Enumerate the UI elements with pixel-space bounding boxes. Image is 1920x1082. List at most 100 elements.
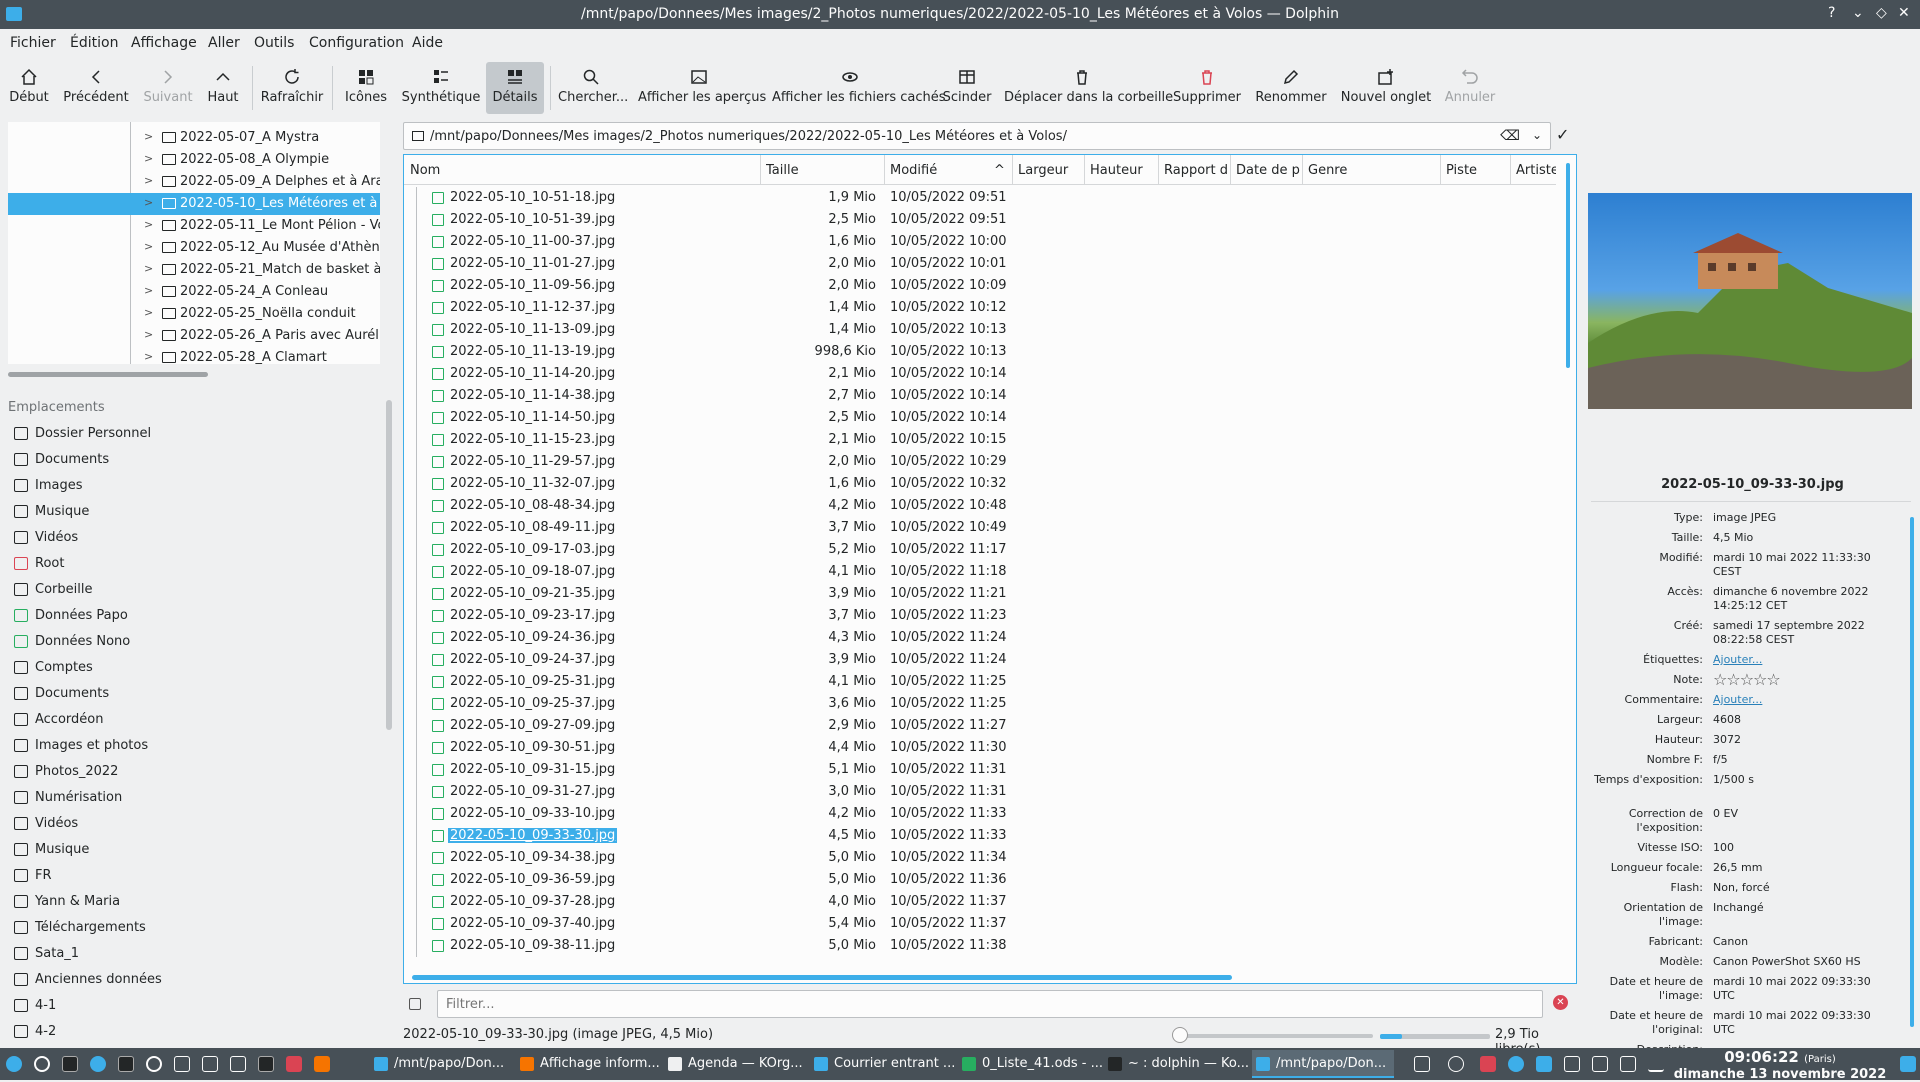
back-button[interactable]: Précédent [62,62,130,114]
col-hauteur[interactable]: Hauteur [1090,163,1154,178]
tree-item[interactable]: >2022-05-28_A Clamart [8,347,380,364]
minimize-icon[interactable]: ⌄ [1852,5,1864,21]
place-item[interactable]: Photos_2022 [8,759,380,785]
show-desktop-icon[interactable] [1900,1056,1916,1072]
chevron-right-icon[interactable]: > [144,328,153,341]
column-separator[interactable] [1084,155,1085,185]
window-titlebar[interactable]: /mnt/papo/Donnees/Mes images/2_Photos nu… [0,0,1920,29]
browser-icon[interactable] [146,1056,162,1072]
clipboard-icon[interactable] [1414,1056,1430,1072]
vivaldi-icon[interactable] [286,1056,302,1072]
file-row[interactable]: 2022-05-10_11-13-19.jpg 998,6 Kio 10/05/20… [404,341,1556,363]
clear-location-icon[interactable]: ⌫ [1500,128,1520,144]
view-details-button[interactable]: Détails [486,62,544,114]
place-item[interactable]: 4-1 [8,993,380,1019]
new-tab-button[interactable]: Nouvel onglet [1340,62,1432,114]
file-row[interactable]: 2022-05-10_11-13-09.jpg 1,4 Mio 10/05/2022… [404,319,1556,341]
tray-expand-icon[interactable] [1648,1056,1664,1072]
file-row[interactable]: 2022-05-10_09-25-37.jpg 3,6 Mio 10/05/2022… [404,693,1556,715]
file-view-vertical-scrollbar[interactable] [1566,163,1570,368]
kdeconnect-icon[interactable] [174,1056,190,1072]
file-row[interactable]: 2022-05-10_09-17-03.jpg 5,2 Mio 10/05/2022… [404,539,1556,561]
close-icon[interactable]: ✕ [1898,5,1910,21]
phone-icon[interactable] [202,1056,218,1072]
file-row[interactable]: 2022-05-10_09-24-36.jpg 4,3 Mio 10/05/2022… [404,627,1556,649]
settings-icon[interactable] [90,1056,106,1072]
col-date-prise[interactable]: Date de pr [1236,163,1300,178]
help-icon[interactable]: ? [1828,5,1835,21]
reload-button[interactable]: Rafraîchir [260,62,324,114]
hp-printer-icon[interactable] [1508,1056,1524,1072]
file-row[interactable]: 2022-05-10_11-00-37.jpg 1,6 Mio 10/05/2022… [404,231,1556,253]
move-to-trash-button[interactable]: Déplacer dans la corbeille [1004,62,1173,114]
chevron-right-icon[interactable]: > [144,262,153,275]
chevron-right-icon[interactable]: > [144,240,153,253]
taskbar-task[interactable]: ~ : dolphin — Ko... [1104,1050,1249,1078]
col-genre[interactable]: Genre [1308,163,1438,178]
place-item[interactable]: Musique [8,837,380,863]
file-view[interactable]: Nom Taille Modifié ^ Largeur Hauteur Rap… [403,154,1577,984]
terminal-icon[interactable] [62,1056,78,1072]
clock[interactable]: 09:06:22 (Paris) dimanche 13 novembre 20… [1670,1049,1890,1082]
file-row[interactable]: 2022-05-10_08-48-34.jpg 4,2 Mio 10/05/2022… [404,495,1556,517]
place-item[interactable]: Images et photos [8,733,380,759]
col-taille[interactable]: Taille [766,163,882,178]
col-largeur[interactable]: Largeur [1018,163,1080,178]
tree-item[interactable]: >2022-05-26_A Paris avec Aurélien [8,325,380,347]
view-compact-button[interactable]: Synthétique [400,62,482,114]
file-row[interactable]: 2022-05-10_09-23-17.jpg 3,7 Mio 10/05/2022… [404,605,1556,627]
taskbar-task[interactable]: /mnt/papo/Don... [1252,1050,1394,1078]
chevron-right-icon[interactable]: > [144,306,153,319]
file-row[interactable]: 2022-05-10_11-09-56.jpg 2,0 Mio 10/05/2022… [404,275,1556,297]
lock-icon[interactable] [409,998,421,1010]
chevron-right-icon[interactable]: > [144,284,153,297]
file-row[interactable]: 2022-05-10_09-24-37.jpg 3,9 Mio 10/05/2022… [404,649,1556,671]
chevron-right-icon[interactable]: > [144,218,153,231]
column-separator[interactable] [1440,155,1441,185]
file-row[interactable]: 2022-05-10_11-15-23.jpg 2,1 Mio 10/05/2022… [404,429,1556,451]
add-link[interactable]: Ajouter... [1713,693,1888,707]
delete-button[interactable]: Supprimer [1170,62,1244,114]
document-icon[interactable] [230,1056,246,1072]
file-row[interactable]: 2022-05-10_09-38-11.jpg 5,0 Mio 10/05/2022… [404,935,1556,957]
place-item[interactable]: Dossier Personnel [8,421,380,447]
place-item[interactable]: Anciennes données [8,967,380,993]
console-icon[interactable] [258,1056,274,1072]
maximize-icon[interactable]: ◇ [1876,5,1887,21]
confirm-location-icon[interactable]: ✓ [1556,125,1569,144]
file-row[interactable]: 2022-05-10_11-12-37.jpg 1,4 Mio 10/05/2022… [404,297,1556,319]
tree-item[interactable]: >2022-05-24_A Conleau [8,281,380,303]
file-row[interactable]: 2022-05-10_11-29-57.jpg 2,0 Mio 10/05/2022… [404,451,1556,473]
anydesk-icon[interactable] [1480,1056,1496,1072]
power-icon[interactable] [34,1056,50,1072]
volume-icon[interactable] [1620,1056,1636,1072]
folder-tree[interactable]: >2022-05-07_A Mystra >2022-05-08_A Olympi… [8,122,380,364]
place-item[interactable]: 4-2 [8,1019,380,1045]
menu-fichier[interactable]: Fichier [10,35,56,51]
file-row[interactable]: 2022-05-10_09-36-59.jpg 5,0 Mio 10/05/2022… [404,869,1556,891]
place-item[interactable]: Root [8,551,380,577]
col-artiste[interactable]: Artiste [1516,163,1556,178]
show-hidden-files-button[interactable]: Afficher les fichiers cachés [772,62,946,114]
place-item[interactable]: Données Nono [8,629,380,655]
notifications-icon[interactable] [1448,1056,1464,1072]
menu-affichage[interactable]: Affichage [131,35,197,51]
file-row[interactable]: 2022-05-10_09-30-51.jpg 4,4 Mio 10/05/2022… [404,737,1556,759]
taskbar-task[interactable]: 0_Liste_41.ods - ... [958,1050,1103,1078]
up-button[interactable]: Haut [202,62,244,114]
filter-input[interactable] [437,990,1543,1018]
menu-outils[interactable]: Outils [254,35,294,51]
place-item[interactable]: Images [8,473,380,499]
places-scrollbar[interactable] [386,400,392,730]
forward-button[interactable]: Suivant [140,62,196,114]
file-row[interactable]: 2022-05-10_11-14-20.jpg 2,1 Mio 10/05/2022… [404,363,1556,385]
column-separator[interactable] [1158,155,1159,185]
place-item[interactable]: Yann & Maria [8,889,380,915]
file-row[interactable]: 2022-05-10_09-18-07.jpg 4,1 Mio 10/05/2022… [404,561,1556,583]
undo-button[interactable]: Annuler [1442,62,1498,114]
column-separator[interactable] [1230,155,1231,185]
chevron-right-icon[interactable]: > [144,196,153,209]
brave-icon[interactable] [314,1056,330,1072]
column-separator[interactable] [1510,155,1511,185]
home-button[interactable]: Début [4,62,54,114]
